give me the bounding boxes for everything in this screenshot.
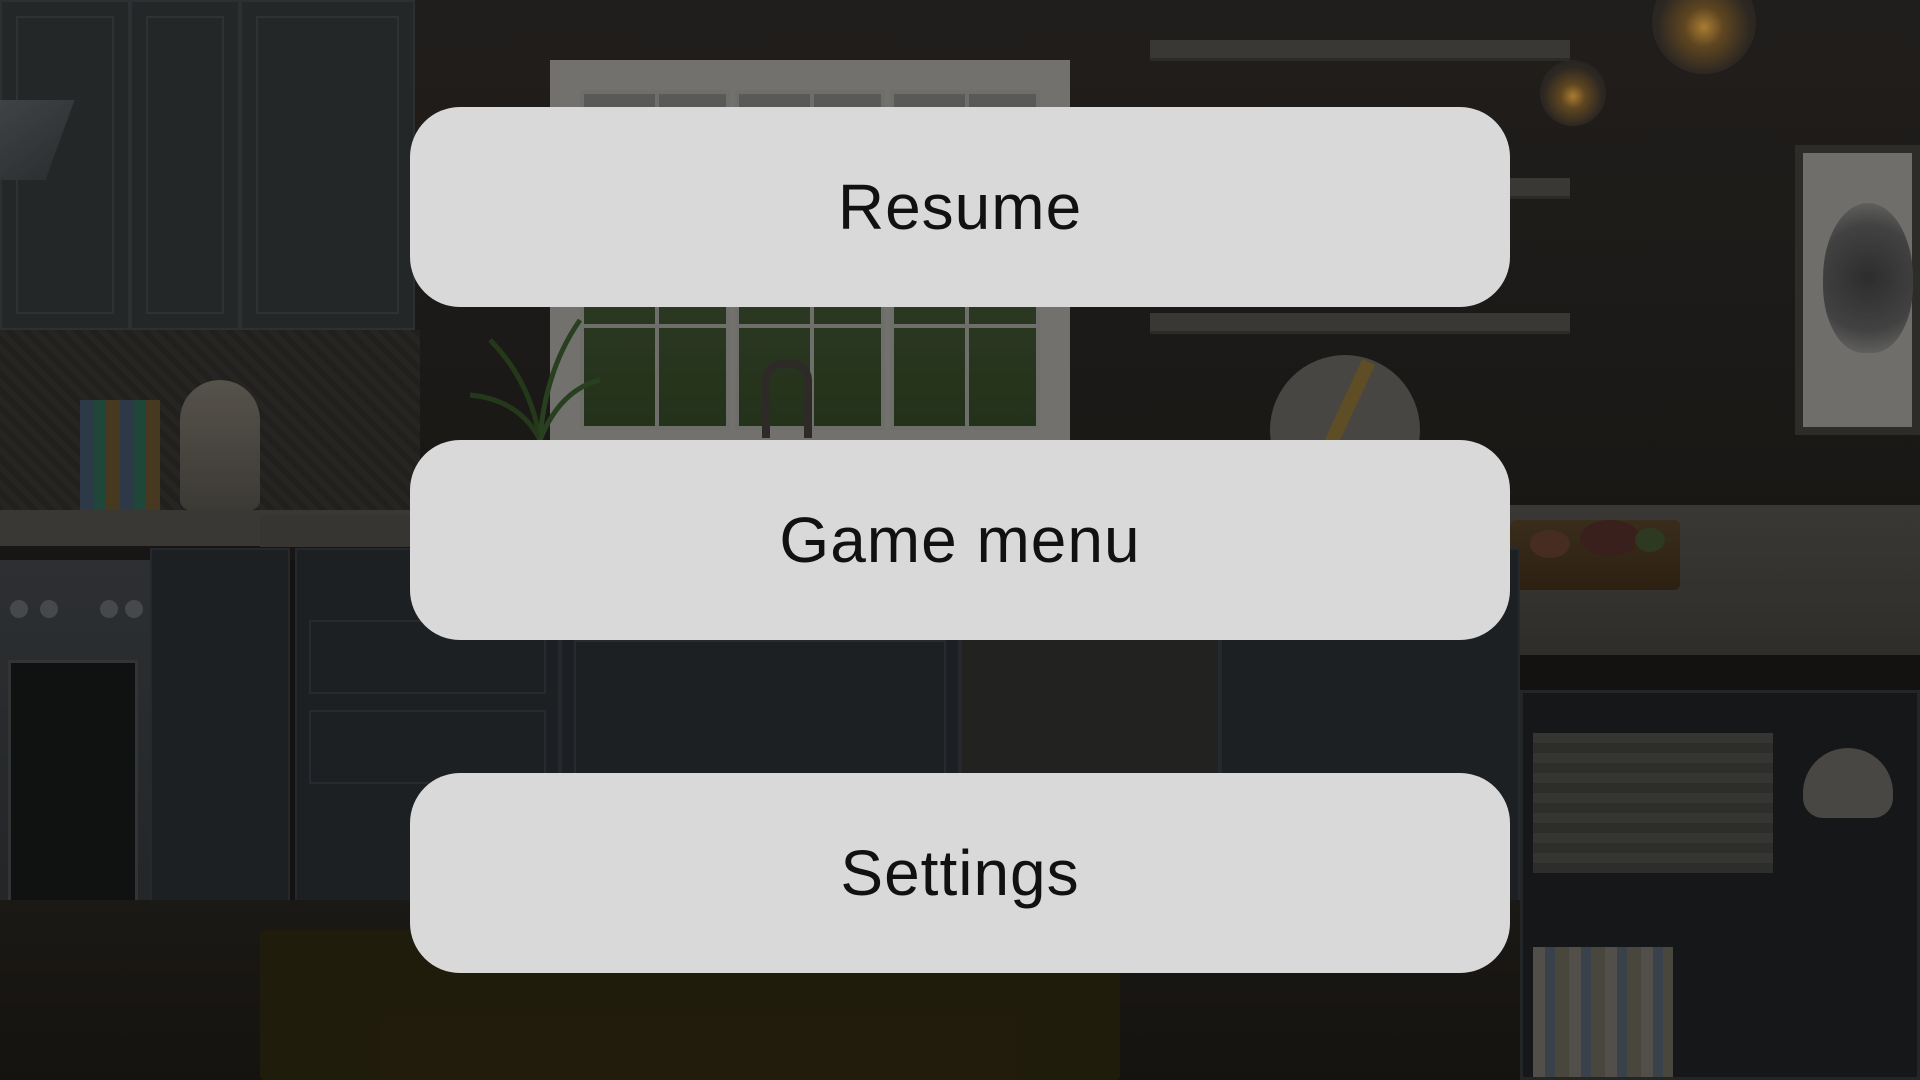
resume-button[interactable]: Resume (410, 107, 1510, 307)
settings-button[interactable]: Settings (410, 773, 1510, 973)
game-menu-button[interactable]: Game menu (410, 440, 1510, 640)
game-screen: Resume Game menu Settings (0, 0, 1920, 1080)
settings-button-label: Settings (840, 837, 1080, 909)
resume-button-label: Resume (837, 171, 1083, 243)
game-menu-button-label: Game menu (779, 504, 1141, 576)
